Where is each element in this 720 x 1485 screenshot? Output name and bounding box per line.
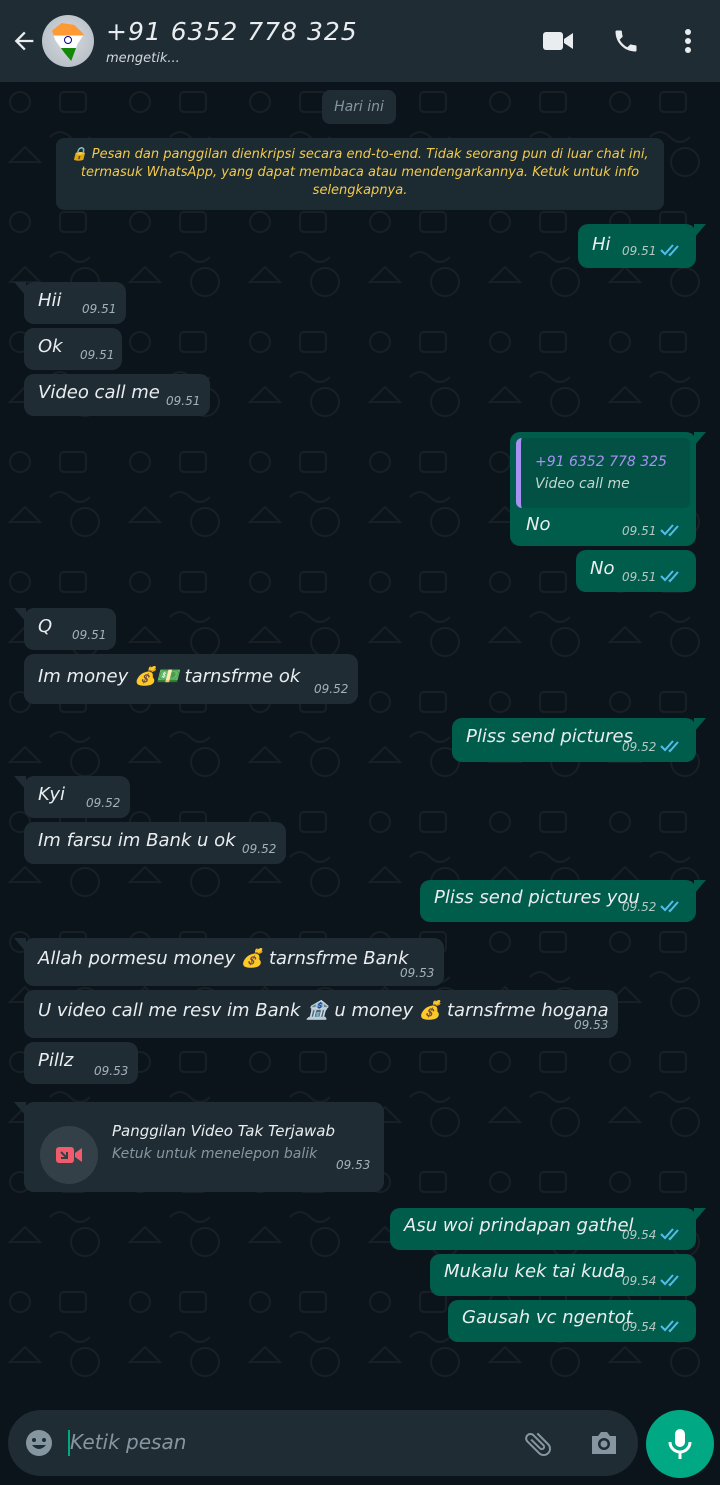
mic-button[interactable] [646,1410,714,1478]
message-text: Pillz [38,1050,74,1071]
message-text: Im money 💰💵 tarnsfrme ok [38,666,301,687]
message-input[interactable]: Ketik pesan [70,1430,186,1454]
message-time: 09.52 [314,682,349,696]
message-text: Asu woi prindapan gathel [404,1215,634,1236]
message-time: 09.51 [622,524,657,538]
contact-info[interactable]: +91 6352 778 325 mengetik... [106,17,534,66]
avatar[interactable] [42,15,94,67]
read-tick-icon [660,570,679,583]
message-incoming[interactable]: Video call me 09.51 [24,374,210,416]
chat-header: +91 6352 778 325 mengetik... [0,0,720,82]
message-text: Video call me [38,382,160,403]
message-incoming[interactable]: Im farsu im Bank u ok 09.52 [24,822,286,864]
message-time: 09.53 [336,1158,371,1172]
phone-icon[interactable] [602,17,650,65]
chakra-mark [64,36,72,44]
message-time: 09.53 [94,1064,129,1078]
message-time: 09.54 [622,1320,657,1334]
message-incoming[interactable]: Pillz 09.53 [24,1042,138,1084]
message-time: 09.52 [622,740,657,754]
read-tick-icon [660,740,679,753]
more-vert-icon[interactable] [664,17,712,65]
message-time: 09.51 [82,302,117,316]
read-tick-icon [660,900,679,913]
read-tick-icon [660,1320,679,1333]
quoted-message[interactable]: +91 6352 778 325 Video call me [516,438,690,508]
message-text: Pliss send pictures [466,726,633,747]
message-incoming[interactable]: Ok 09.51 [24,328,122,370]
message-incoming[interactable]: Hii 09.51 [14,282,126,324]
message-time: 09.54 [622,1228,657,1242]
message-time: 09.54 [622,1274,657,1288]
message-outgoing[interactable]: Hi 09.51 [578,224,706,268]
message-outgoing[interactable]: No 09.51 [576,550,696,592]
read-tick-icon [660,1228,679,1241]
message-time: 09.51 [166,394,201,408]
message-time: 09.52 [242,842,277,856]
read-tick-icon [660,524,679,537]
missed-video-call-icon [40,1126,98,1184]
emoji-icon[interactable] [24,1428,54,1462]
video-call-icon[interactable] [534,17,582,65]
message-outgoing[interactable]: Mukalu kek tai kuda 09.54 [430,1254,696,1296]
date-divider: Hari ini [322,90,396,124]
typing-status: mengetik... [106,50,180,66]
back-arrow-icon[interactable] [8,25,40,57]
message-incoming[interactable]: Kyi 09.52 [14,776,130,818]
message-time: 09.53 [400,966,435,980]
message-incoming[interactable]: Im money 💰💵 tarnsfrme ok 09.52 [24,654,358,704]
message-text: Kyi [38,784,65,805]
message-outgoing[interactable]: Pliss send pictures you 09.52 [420,880,706,922]
message-time: 09.53 [574,1018,609,1032]
chat-area[interactable]: Hari ini 🔒 Pesan dan panggilan dienkrips… [0,82,720,1402]
message-text: Gausah vc ngentot [462,1307,633,1328]
quoted-text: Video call me [535,476,630,492]
missed-call-subtitle: Ketuk untuk menelepon balik [112,1146,318,1162]
attach-icon[interactable] [522,1428,554,1464]
message-outgoing[interactable]: Asu woi prindapan gathel 09.54 [390,1208,706,1250]
message-time: 09.52 [622,900,657,914]
message-composer[interactable]: Ketik pesan [8,1410,638,1476]
read-tick-icon [660,244,679,257]
message-text: Hii [38,290,62,311]
message-time: 09.51 [80,348,115,362]
message-time: 09.51 [622,570,657,584]
message-incoming[interactable]: U video call me resv im Bank 🏦 u money 💰… [24,990,618,1038]
encryption-notice[interactable]: 🔒 Pesan dan panggilan dienkripsi secara … [56,138,664,210]
message-outgoing[interactable]: Pliss send pictures 09.52 [452,718,706,762]
message-time: 09.51 [622,244,657,258]
mic-icon [668,1429,692,1459]
missed-call-title: Panggilan Video Tak Terjawab [112,1122,335,1140]
message-text: U video call me resv im Bank 🏦 u money 💰… [38,1000,609,1021]
message-text: No [590,558,615,579]
message-text: Mukalu kek tai kuda [444,1261,626,1282]
message-text: Pliss send pictures you [434,887,640,908]
read-tick-icon [660,1274,679,1287]
message-text: Allah pormesu money 💰 tarnsfrme Bank [38,948,409,969]
message-text: Im farsu im Bank u ok [38,830,236,851]
message-time: 09.51 [72,628,107,642]
message-text: Q [38,616,53,637]
camera-icon[interactable] [588,1428,620,1462]
contact-name: +91 6352 778 325 [106,16,358,46]
message-text: Hi [592,234,611,255]
message-outgoing-reply[interactable]: +91 6352 778 325 Video call me No 09.51 [510,432,706,546]
message-text: No [526,514,551,535]
missed-call-card[interactable]: Panggilan Video Tak Terjawab Ketuk untuk… [14,1102,384,1192]
message-incoming[interactable]: Q 09.51 [14,608,116,650]
message-incoming[interactable]: Allah pormesu money 💰 tarnsfrme Bank 09.… [14,938,444,986]
message-outgoing[interactable]: Gausah vc ngentot 09.54 [448,1300,696,1342]
quoted-sender: +91 6352 778 325 [535,454,667,470]
message-text: Ok [38,336,63,357]
message-time: 09.52 [86,796,121,810]
